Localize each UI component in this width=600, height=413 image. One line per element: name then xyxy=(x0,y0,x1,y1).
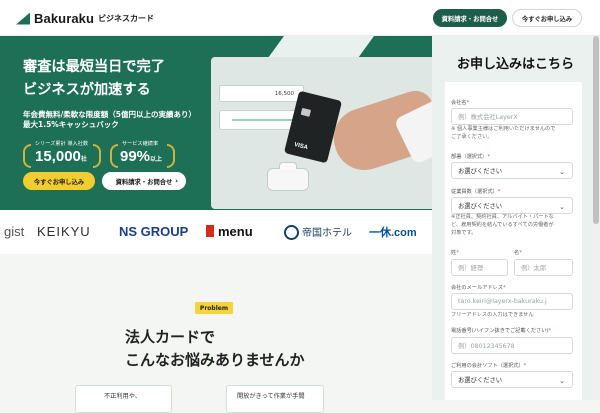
email-label: 会社のメールアドレス* xyxy=(451,285,506,291)
shirt-cuff xyxy=(393,96,432,166)
card-terminal xyxy=(267,162,309,191)
chevron-right-icon: › xyxy=(175,177,178,185)
customer-logo-keikyu: KEIKYU xyxy=(37,224,91,239)
department-select[interactable]: お選びください ⌄ xyxy=(451,162,573,179)
hero-subtitle-line-1: 年会費無料/柔軟な限度額（5億円以上の実績あり） xyxy=(23,110,196,119)
hand-holding-card xyxy=(326,86,432,178)
terminal-top xyxy=(279,162,297,169)
accounting-select[interactable]: お選びください ⌄ xyxy=(451,371,573,388)
problem-badge: Problem xyxy=(195,302,233,314)
chevron-down-icon: ⌄ xyxy=(559,377,565,385)
customer-logo-ns-group: NS GROUP xyxy=(119,224,189,239)
brand-name: Bakuraku xyxy=(34,11,95,26)
first-name-input[interactable]: 例）太郎 xyxy=(514,259,573,276)
adoption-stat-value: 15,000社 xyxy=(35,148,87,165)
company-label: 会社名* xyxy=(451,100,470,106)
bakuraku-logo[interactable]: Bakuraku ビジネスカード xyxy=(16,11,154,26)
documents-contact-button[interactable]: 資料請求・お問合せ xyxy=(433,9,507,27)
crest-icon xyxy=(284,225,299,240)
form-title: お申し込みはこちら xyxy=(457,57,575,72)
laurel-left-icon xyxy=(110,144,118,168)
card-chip-icon xyxy=(300,107,312,117)
hero-title-line-1: 審査は最短当日で完了 xyxy=(23,59,165,75)
customer-logo-gist: gist xyxy=(4,224,25,239)
brand-suffix: ビジネスカード xyxy=(98,14,155,23)
employees-note: ※正社員、契約社員、アルバイト・パートな ど、雇用契約を結んでいるすべての労働者が… xyxy=(451,214,554,236)
customer-logo-ikyu: 一休.com xyxy=(369,227,417,239)
customer-logo-strip: gist KEIKYU NS GROUP menu 帝国ホテル 一休.com xyxy=(0,210,432,254)
amount-label: 16,500 xyxy=(274,91,294,97)
problem-card: 不正利用や、 xyxy=(75,385,172,413)
chevron-down-icon: ⌄ xyxy=(559,168,565,176)
retention-stat-label: サービス継続率 xyxy=(121,141,159,147)
employees-select[interactable]: お選びください ⌄ xyxy=(451,197,573,214)
page-scrollbar-thumb[interactable] xyxy=(593,36,599,224)
hero-title-line-2: ビジネスが加速する xyxy=(23,82,151,98)
phone-label: 電話番号(ハイフン抜きでご記載ください)* xyxy=(451,328,552,334)
adoption-stat-label: シリーズ累計 導入社数 xyxy=(34,141,89,147)
department-label: 部署（選択式）* xyxy=(451,154,490,160)
visa-logo: VISA xyxy=(293,142,309,152)
bakuraku-mark-icon xyxy=(16,12,30,25)
retention-stat-value: 99%以上 xyxy=(120,148,163,165)
phone-input[interactable]: 例）08012345678 xyxy=(451,337,573,354)
last-name-input[interactable]: 例）経理 xyxy=(451,259,508,276)
hero-subtitle-line-2: 最大1.5%キャッシュバック xyxy=(23,120,119,129)
chevron-down-icon: ⌄ xyxy=(559,203,565,211)
header-apply-button[interactable]: 今すぐお申し込み xyxy=(512,9,582,27)
last-name-label: 姓* xyxy=(451,250,459,256)
email-note: フリーアドレスの入力はできません xyxy=(451,312,534,318)
first-name-label: 名* xyxy=(514,250,522,256)
hero-apply-button[interactable]: 今すぐお申し込み xyxy=(23,172,95,190)
laurel-right-icon xyxy=(167,144,175,168)
background-ui-card: 16,500 xyxy=(219,85,304,102)
customer-logo-menu: menu xyxy=(206,224,253,239)
company-note: ※ 個人事業主様はご利用いただけませんので ご了承ください。 xyxy=(451,126,556,140)
laurel-right-icon xyxy=(93,144,101,168)
problem-title-line-1: 法人カードで xyxy=(125,328,216,346)
accounting-label: ご利用の会計ソフト（選択式）* xyxy=(451,363,527,369)
menu-logo-icon xyxy=(206,225,214,237)
problem-card: 開放がきって作業が手間 xyxy=(226,385,324,413)
employees-label: 従業員数（選択式）* xyxy=(451,189,501,195)
customer-logo-imperial-hotel: 帝国ホテル xyxy=(284,224,352,240)
hero-banner: 審査は最短当日で完了 ビジネスが加速する 年会費無料/柔軟な限度額（5億円以上の… xyxy=(0,36,432,210)
hero-documents-button[interactable]: 資料請求・お問合せ › xyxy=(102,172,186,190)
email-input[interactable]: taro.keiri@layerx-bakuraku.j xyxy=(451,293,573,310)
laurel-left-icon xyxy=(23,144,31,168)
problem-title-line-2: こんなお悩みありませんか xyxy=(125,351,305,369)
payment-card-photo: 16,500 VISA xyxy=(211,57,432,209)
top-navigation: Bakuraku ビジネスカード 資料請求・お問合せ 今すぐお申し込み xyxy=(0,0,600,36)
company-input[interactable]: 例）株式会社LayerX xyxy=(451,108,573,125)
